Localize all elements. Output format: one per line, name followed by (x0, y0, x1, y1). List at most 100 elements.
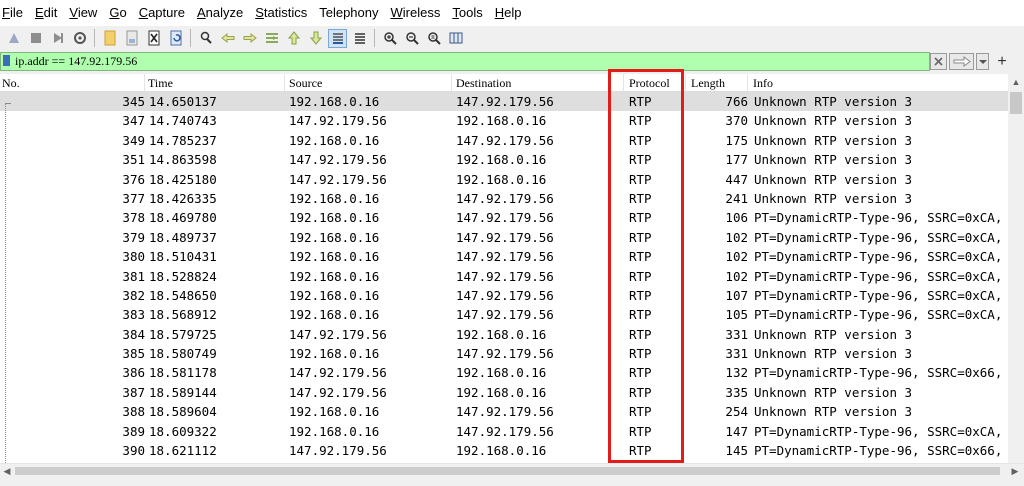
packet-length-cell: 105 (725, 307, 748, 323)
packet-row[interactable]: 387 18.589144 147.92.179.56 192.168.0.16 RTP… (0, 383, 1008, 402)
reload-icon[interactable] (166, 29, 185, 48)
options-gear-icon[interactable] (70, 29, 89, 48)
packet-no-cell: 385 (122, 346, 145, 362)
menu-go[interactable]: Go (103, 0, 132, 26)
packet-row[interactable]: 389 18.609322 192.168.0.16 147.92.179.56 RTP… (0, 422, 1008, 441)
go-forward-icon[interactable] (240, 29, 259, 48)
packet-length-cell: 331 (725, 326, 748, 342)
packet-length-cell: 177 (725, 152, 748, 168)
packet-protocol-cell: RTP (629, 443, 652, 459)
packet-destination-cell: 192.168.0.16 (456, 113, 547, 129)
packet-protocol-cell: RTP (629, 171, 652, 187)
column-header-length[interactable]: Length (686, 74, 748, 92)
clear-filter-icon[interactable] (930, 53, 947, 70)
packet-row[interactable]: 386 18.581178 147.92.179.56 192.168.0.16 RTP… (0, 363, 1008, 382)
column-header-time[interactable]: Time (145, 74, 285, 92)
packet-row[interactable]: 377 18.426335 192.168.0.16 147.92.179.56 RTP… (0, 189, 1008, 208)
menu-tools[interactable]: Tools (446, 0, 488, 26)
packet-row[interactable]: 381 18.528824 192.168.0.16 147.92.179.56 RTP… (0, 267, 1008, 286)
packet-info-cell: PT=DynamicRTP-Type-96, SSRC=0xCA, (754, 307, 1003, 323)
packet-info-cell: Unknown RTP version 3 (754, 384, 913, 400)
go-back-icon[interactable] (218, 29, 237, 48)
packet-list-horizontal-scrollbar[interactable]: ◀ ▶ (0, 463, 1024, 477)
packet-time-cell: 18.589144 (149, 384, 217, 400)
colorize-icon[interactable] (350, 29, 369, 48)
open-file-icon[interactable] (100, 29, 119, 48)
menu-telephony[interactable]: Telephony (313, 0, 384, 26)
packet-row[interactable]: 382 18.548650 192.168.0.16 147.92.179.56 RTP… (0, 286, 1008, 305)
zoom-in-icon[interactable] (380, 29, 399, 48)
menu-statistics[interactable]: Statistics (249, 0, 313, 26)
go-first-icon[interactable] (284, 29, 303, 48)
packet-destination-cell: 192.168.0.16 (456, 443, 547, 459)
packet-length-cell: 766 (725, 94, 748, 109)
packet-row[interactable]: 379 18.489737 192.168.0.16 147.92.179.56 RTP… (0, 228, 1008, 247)
packet-row[interactable]: 345 14.650137 192.168.0.16 147.92.179.56 RTP… (0, 92, 1008, 112)
vertical-scroll-thumb[interactable] (1010, 92, 1022, 114)
menu-edit[interactable]: Edit (29, 0, 63, 26)
save-file-icon[interactable] (122, 29, 141, 48)
packet-row[interactable]: 349 14.785237 192.168.0.16 147.92.179.56 RTP… (0, 131, 1008, 150)
menu-help[interactable]: Help (489, 0, 528, 26)
packet-destination-cell: 147.92.179.56 (456, 132, 554, 148)
apply-filter-arrow-icon[interactable] (949, 53, 974, 70)
find-packet-icon[interactable] (196, 29, 215, 48)
column-header-protocol[interactable]: Protocol (624, 74, 686, 92)
menu-file[interactable]: File (0, 0, 29, 26)
menu-wireless[interactable]: Wireless (385, 0, 447, 26)
packet-row[interactable]: 385 18.580749 192.168.0.16 147.92.179.56 RTP… (0, 344, 1008, 363)
scroll-up-arrow-icon[interactable]: ▲ (1008, 74, 1024, 90)
packet-info-cell: Unknown RTP version 3 (754, 132, 913, 148)
column-header-no[interactable]: No. (0, 74, 145, 92)
column-header-source[interactable]: Source (285, 74, 452, 92)
menu-capture[interactable]: Capture (133, 0, 191, 26)
scroll-left-arrow-icon[interactable]: ◀ (0, 464, 14, 478)
go-to-packet-icon[interactable] (262, 29, 281, 48)
packet-no-cell: 379 (122, 229, 145, 245)
packet-time-cell: 18.589604 (149, 404, 217, 420)
packet-info-cell: Unknown RTP version 3 (754, 404, 913, 420)
packet-source-cell: 192.168.0.16 (289, 190, 380, 206)
packet-length-cell: 175 (725, 132, 748, 148)
packet-no-cell: 389 (122, 423, 145, 439)
packet-no-cell: 382 (122, 287, 145, 303)
toolbar-separator (94, 29, 95, 47)
shark-fin-start-icon[interactable] (4, 29, 23, 48)
packet-protocol-cell: RTP (629, 326, 652, 342)
filter-history-dropdown-icon[interactable] (976, 53, 989, 70)
packet-destination-cell: 192.168.0.16 (456, 171, 547, 187)
packet-row[interactable]: 383 18.568912 192.168.0.16 147.92.179.56 RTP… (0, 305, 1008, 324)
menu-analyze[interactable]: Analyze (191, 0, 249, 26)
packet-destination-cell: 147.92.179.56 (456, 94, 554, 109)
autoscroll-icon[interactable] (328, 28, 347, 48)
close-file-icon[interactable] (144, 29, 163, 48)
packet-info-cell: PT=DynamicRTP-Type-96, SSRC=0x66, (754, 365, 1003, 381)
packet-row[interactable]: 384 18.579725 147.92.179.56 192.168.0.16 RTP… (0, 325, 1008, 344)
packet-time-cell: 18.469780 (149, 210, 217, 226)
resize-columns-icon[interactable] (446, 29, 465, 48)
go-last-icon[interactable] (306, 29, 325, 48)
packet-row[interactable]: 390 18.621112 147.92.179.56 192.168.0.16 RTP… (0, 441, 1008, 460)
menu-view[interactable]: View (63, 0, 103, 26)
display-filter-input[interactable] (0, 52, 930, 71)
packet-row[interactable]: 376 18.425180 147.92.179.56 192.168.0.16 RTP… (0, 170, 1008, 189)
packet-list-vertical-scrollbar[interactable]: ▲ (1008, 74, 1024, 464)
column-header-destination[interactable]: Destination (452, 74, 624, 92)
packet-row[interactable]: 347 14.740743 147.92.179.56 192.168.0.16 RTP… (0, 111, 1008, 130)
horizontal-scroll-thumb[interactable] (15, 467, 1000, 475)
zoom-out-icon[interactable] (402, 29, 421, 48)
zoom-normal-icon[interactable] (424, 29, 443, 48)
packet-row[interactable]: 380 18.510431 192.168.0.16 147.92.179.56 RTP… (0, 247, 1008, 266)
stop-icon[interactable] (26, 29, 45, 48)
packet-protocol-cell: RTP (629, 249, 652, 265)
restart-icon[interactable] (48, 29, 67, 48)
packet-list-header: No. Time Source Destination Protocol Len… (0, 74, 1024, 92)
packet-row[interactable]: 351 14.863598 147.92.179.56 192.168.0.16 RTP… (0, 150, 1008, 169)
filter-bookmark-icon[interactable] (3, 55, 10, 66)
packet-row[interactable]: 388 18.589604 192.168.0.16 147.92.179.56 RTP… (0, 402, 1008, 421)
packet-row[interactable]: 378 18.469780 192.168.0.16 147.92.179.56 RTP… (0, 208, 1008, 227)
scroll-right-arrow-icon[interactable]: ▶ (1008, 464, 1022, 478)
column-header-info[interactable]: Info (748, 74, 1008, 92)
add-filter-button-icon[interactable]: + (994, 52, 1010, 71)
packet-destination-cell: 192.168.0.16 (456, 365, 547, 381)
